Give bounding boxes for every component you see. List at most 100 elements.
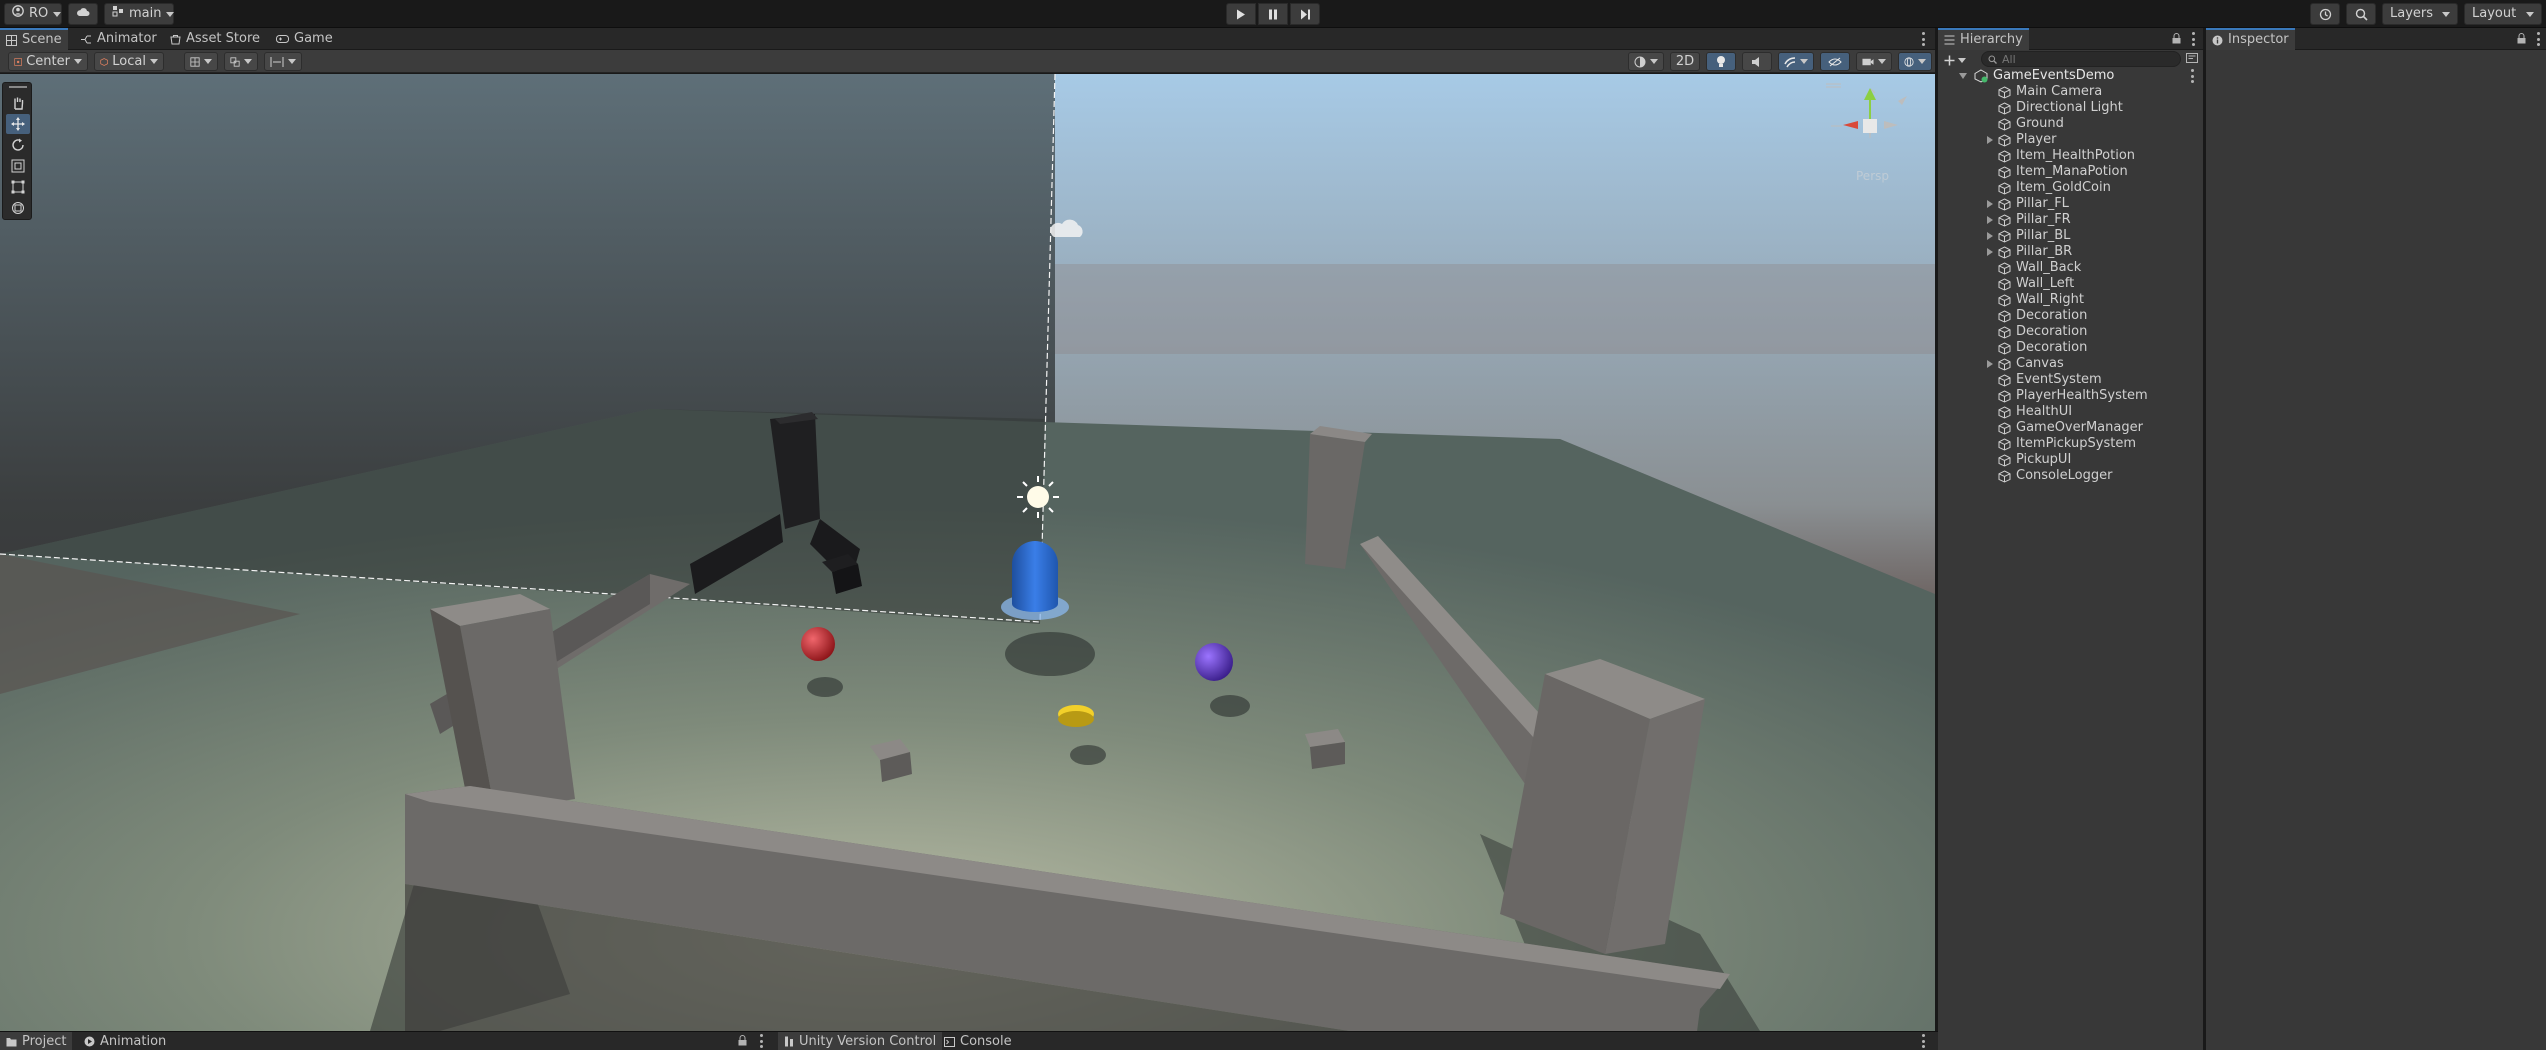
hierarchy-item-label: ConsoleLogger xyxy=(2016,468,2113,483)
align-dropdown[interactable] xyxy=(264,52,302,71)
effects-dropdown[interactable] xyxy=(1778,52,1814,71)
audio-toggle[interactable] xyxy=(1742,52,1772,71)
hierarchy-item[interactable]: Decoration xyxy=(1938,308,2203,324)
lock-icon[interactable] xyxy=(2172,33,2181,48)
account-dropdown[interactable]: RO xyxy=(4,3,62,25)
hand-tool-button[interactable] xyxy=(6,93,30,113)
search-button[interactable] xyxy=(2346,3,2376,25)
more-options-icon[interactable] xyxy=(760,1034,764,1048)
search-input[interactable] xyxy=(2002,52,2172,66)
hierarchy-item[interactable]: HealthUI xyxy=(1938,404,2203,420)
tab-inspector[interactable]: Inspector xyxy=(2206,28,2295,50)
step-button[interactable] xyxy=(1290,3,1320,25)
hidden-objects-toggle[interactable] xyxy=(1820,52,1850,71)
layers-dropdown[interactable]: Layers xyxy=(2382,3,2458,25)
expand-arrow-icon[interactable] xyxy=(1987,360,1993,368)
hierarchy-item[interactable]: ConsoleLogger xyxy=(1938,468,2203,484)
hierarchy-item-label: HealthUI xyxy=(2016,404,2073,419)
more-options-icon[interactable] xyxy=(2537,32,2541,46)
hierarchy-item[interactable]: Main Camera xyxy=(1938,84,2203,100)
camera-settings-dropdown[interactable] xyxy=(1856,52,1892,71)
search-filter-icon[interactable] xyxy=(2186,52,2198,68)
rect-tool-button[interactable] xyxy=(6,177,30,197)
space-mode-dropdown[interactable]: Local xyxy=(94,52,164,71)
tab-scene[interactable]: Scene xyxy=(0,28,68,50)
increment-snap-dropdown[interactable] xyxy=(224,52,258,71)
align-icon xyxy=(270,56,284,67)
hierarchy-item[interactable]: Decoration xyxy=(1938,340,2203,356)
hierarchy-item[interactable]: PlayerHealthSystem xyxy=(1938,388,2203,404)
cloud-button[interactable] xyxy=(68,3,98,25)
expand-arrow-icon[interactable] xyxy=(1987,232,1993,240)
hierarchy-item[interactable]: Decoration xyxy=(1938,324,2203,340)
hierarchy-item[interactable]: Wall_Right xyxy=(1938,292,2203,308)
account-icon xyxy=(12,4,24,24)
hierarchy-item[interactable]: Pillar_BL xyxy=(1938,228,2203,244)
grid-snap-dropdown[interactable] xyxy=(184,52,218,71)
scene-options-icon[interactable] xyxy=(2191,69,2195,83)
pause-button[interactable] xyxy=(1258,3,1288,25)
more-options-icon[interactable] xyxy=(1922,1034,1926,1048)
tab-label: Scene xyxy=(22,32,62,47)
tab-hierarchy[interactable]: Hierarchy xyxy=(1938,28,2029,50)
lighting-toggle[interactable] xyxy=(1706,52,1736,71)
create-dropdown[interactable] xyxy=(1944,52,1966,68)
hierarchy-item[interactable]: Directional Light xyxy=(1938,100,2203,116)
hierarchy-item[interactable]: Item_ManaPotion xyxy=(1938,164,2203,180)
history-button[interactable] xyxy=(2310,3,2340,25)
hierarchy-item[interactable]: Pillar_FL xyxy=(1938,196,2203,212)
chevron-down-icon xyxy=(1918,59,1926,64)
expand-arrow-icon[interactable] xyxy=(1987,248,1993,256)
hierarchy-item[interactable]: Item_GoldCoin xyxy=(1938,180,2203,196)
expand-arrow-icon[interactable] xyxy=(1987,136,1993,144)
branch-dropdown[interactable]: main xyxy=(104,3,175,25)
scale-tool-button[interactable] xyxy=(6,156,30,176)
hierarchy-item[interactable]: EventSystem xyxy=(1938,372,2203,388)
cloud-icon xyxy=(76,4,90,24)
rotate-tool-button[interactable] xyxy=(6,135,30,155)
gizmos-dropdown[interactable] xyxy=(1898,52,1932,71)
expand-arrow-icon[interactable] xyxy=(1987,200,1993,208)
tab-version-control[interactable]: Unity Version Control xyxy=(778,1032,943,1050)
expand-arrow-icon[interactable] xyxy=(1959,73,1967,79)
hierarchy-item[interactable]: Player xyxy=(1938,132,2203,148)
tab-console[interactable]: Console xyxy=(938,1032,1018,1050)
hierarchy-item[interactable]: Item_HealthPotion xyxy=(1938,148,2203,164)
hierarchy-item[interactable]: Canvas xyxy=(1938,356,2203,372)
tab-asset-store[interactable]: Asset Store xyxy=(164,28,266,50)
persp-label[interactable]: Persp xyxy=(1856,169,1889,183)
more-options-icon[interactable] xyxy=(2192,32,2196,46)
move-tool-button[interactable] xyxy=(6,114,30,134)
pivot-mode-dropdown[interactable]: Center xyxy=(8,52,88,71)
tab-project[interactable]: Project xyxy=(0,1032,73,1050)
hierarchy-item[interactable]: PickupUI xyxy=(1938,452,2203,468)
draw-mode-dropdown[interactable] xyxy=(1628,52,1664,71)
layout-dropdown[interactable]: Layout xyxy=(2464,3,2542,25)
toggle-2d-button[interactable]: 2D xyxy=(1670,52,1700,71)
scene-viewport[interactable]: Persp xyxy=(0,74,1935,1031)
tab-animator[interactable]: Animator xyxy=(74,28,163,50)
play-button[interactable] xyxy=(1226,3,1256,25)
transform-tool-button[interactable] xyxy=(6,198,30,218)
hierarchy-item-label: GameOverManager xyxy=(2016,420,2143,435)
tab-game[interactable]: Game xyxy=(270,28,339,50)
animator-icon xyxy=(81,35,91,43)
hierarchy-item[interactable]: GameOverManager xyxy=(1938,420,2203,436)
hierarchy-item[interactable]: ItemPickupSystem xyxy=(1938,436,2203,452)
hierarchy-item[interactable]: Pillar_BR xyxy=(1938,244,2203,260)
scene-root-row[interactable]: GameEventsDemo xyxy=(1938,68,2203,84)
expand-arrow-icon[interactable] xyxy=(1987,216,1993,224)
tab-animation[interactable]: Animation xyxy=(78,1032,172,1050)
lock-icon[interactable] xyxy=(738,1035,747,1050)
hierarchy-item[interactable]: Wall_Back xyxy=(1938,260,2203,276)
eye-slash-icon xyxy=(1828,57,1842,66)
hierarchy-item[interactable]: Pillar_FR xyxy=(1938,212,2203,228)
palette-grip-icon[interactable] xyxy=(9,86,27,88)
tab-label: Animation xyxy=(100,1034,167,1049)
hierarchy-item[interactable]: Wall_Left xyxy=(1938,276,2203,292)
hierarchy-search[interactable] xyxy=(1981,51,2181,67)
hierarchy-item[interactable]: Ground xyxy=(1938,116,2203,132)
console-icon xyxy=(944,1036,955,1047)
lock-icon[interactable] xyxy=(2517,33,2526,48)
more-options-icon[interactable] xyxy=(1922,32,1926,46)
